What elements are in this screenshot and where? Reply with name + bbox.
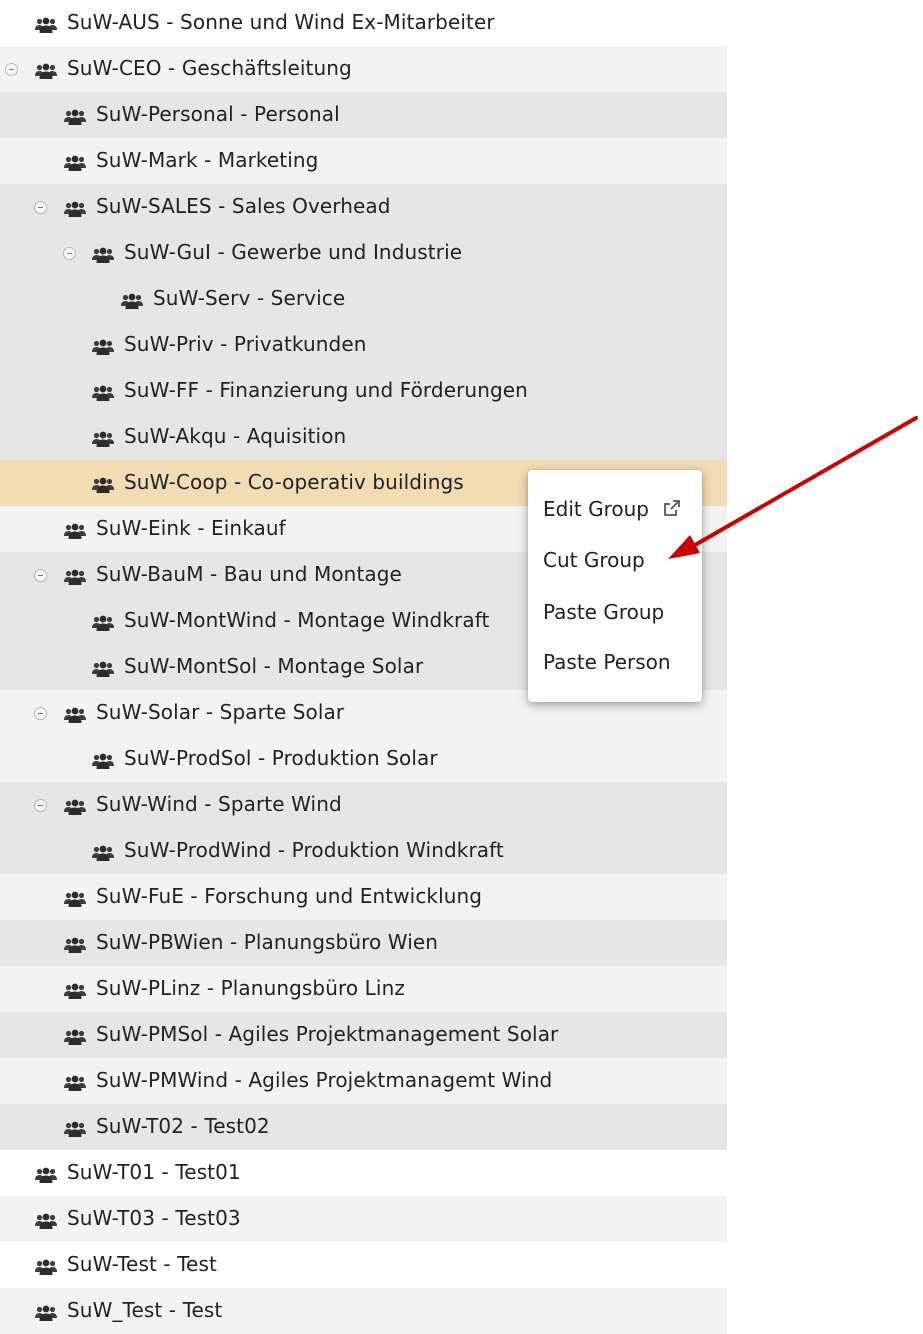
collapse-toggle-icon[interactable] (34, 799, 47, 812)
tree-row-label: SuW-GuI - Gewerbe und Industrie (124, 240, 463, 264)
group-icon (64, 934, 86, 953)
collapse-toggle-icon[interactable] (34, 201, 47, 214)
tree-row[interactable]: SuW-PMWind - Agiles Projektmanagemt Wind (0, 1058, 727, 1104)
menu-item-paste-person[interactable]: Paste Person (543, 650, 671, 674)
menu-item-paste-group[interactable]: Paste Group (543, 600, 664, 624)
tree-row[interactable]: SuW-ProdSol - Produktion Solar (0, 736, 727, 782)
tree-row[interactable]: SuW-PBWien - Planungsbüro Wien (0, 920, 727, 966)
group-icon (64, 198, 86, 217)
tree-row-label: SuW-Eink - Einkauf (96, 516, 286, 540)
group-icon (35, 1256, 57, 1275)
context-menu: Edit Group Cut Group Paste Group Paste P… (528, 470, 702, 702)
tree-row[interactable]: SuW-Mark - Marketing (0, 138, 727, 184)
menu-item-label: Paste Group (543, 600, 665, 624)
group-icon (92, 336, 114, 355)
group-icon (64, 980, 86, 999)
tree-row[interactable]: SuW-PMSol - Agiles Projektmanagement Sol… (0, 1012, 727, 1058)
tree-row-label: SuW-PMWind - Agiles Projektmanagemt Wind (96, 1068, 553, 1092)
menu-item-cut-group[interactable]: Cut Group (543, 548, 645, 572)
tree-row-label: SuW-Personal - Personal (96, 102, 340, 126)
group-icon (64, 796, 86, 815)
tree-row[interactable]: SuW-SALES - Sales Overhead (0, 184, 727, 230)
tree-row-label: SuW-AUS - Sonne und Wind Ex-Mitarbeiter (67, 10, 495, 34)
group-icon (92, 658, 114, 677)
tree-row-label: SuW-FuE - Forschung und Entwicklung (96, 884, 483, 908)
tree-row[interactable]: SuW-GuI - Gewerbe und Industrie (0, 230, 727, 276)
tree-row-label: SuW-SALES - Sales Overhead (96, 194, 391, 218)
group-icon (64, 1118, 86, 1137)
tree-row[interactable]: SuW-FF - Finanzierung und Förderungen (0, 368, 727, 414)
collapse-toggle-icon[interactable] (63, 247, 76, 260)
tree-row-label: SuW-Coop - Co-operativ buildings (124, 470, 464, 494)
group-icon (92, 842, 114, 861)
tree-row-label: SuW-CEO - Geschäftsleitung (67, 56, 352, 80)
tree-row[interactable]: SuW-FuE - Forschung und Entwicklung (0, 874, 727, 920)
tree-row[interactable]: SuW-PLinz - Planungsbüro Linz (0, 966, 727, 1012)
tree-row-label: SuW-Akqu - Aquisition (124, 424, 347, 448)
group-icon (35, 1210, 57, 1229)
tree-row[interactable]: SuW-T02 - Test02 (0, 1104, 727, 1150)
tree-row-label: SuW-Serv - Service (153, 286, 346, 310)
group-icon (35, 60, 57, 79)
group-icon (64, 520, 86, 539)
group-icon (92, 244, 114, 263)
tree-row[interactable]: SuW-Akqu - Aquisition (0, 414, 727, 460)
tree-row-label: SuW-Priv - Privatkunden (124, 332, 367, 356)
tree-row-label: SuW-T01 - Test01 (67, 1160, 241, 1184)
tree-row[interactable]: SuW-CEO - Geschäftsleitung (0, 46, 727, 92)
group-icon (64, 1072, 86, 1091)
tree-row[interactable]: SuW-T03 - Test03 (0, 1196, 727, 1242)
group-icon (64, 106, 86, 125)
tree-row[interactable]: SuW-Personal - Personal (0, 92, 727, 138)
tree-row[interactable]: SuW_Test - Test (0, 1288, 727, 1334)
tree-row[interactable]: SuW-Wind - Sparte Wind (0, 782, 727, 828)
group-icon (64, 152, 86, 171)
tree-row-label: SuW-Wind - Sparte Wind (96, 792, 342, 816)
tree-row[interactable]: SuW-Test - Test (0, 1242, 727, 1288)
tree-row-label: SuW-PLinz - Planungsbüro Linz (96, 976, 405, 1000)
group-icon (35, 14, 57, 33)
tree-row-label: SuW_Test - Test (67, 1298, 223, 1322)
tree-row-label: SuW-ProdWind - Produktion Windkraft (124, 838, 504, 862)
tree-row-label: SuW-T02 - Test02 (96, 1114, 270, 1138)
tree-row-label: SuW-PMSol - Agiles Projektmanagement Sol… (96, 1022, 559, 1046)
tree-row-label: SuW-ProdSol - Produktion Solar (124, 746, 438, 770)
group-icon (92, 382, 114, 401)
group-icon (92, 612, 114, 631)
external-link-icon (663, 498, 681, 522)
menu-item-label: Edit Group (543, 497, 649, 521)
group-icon (92, 474, 114, 493)
menu-item-label: Cut Group (543, 548, 645, 572)
tree-row-label: SuW-Mark - Marketing (96, 148, 319, 172)
group-icon (92, 428, 114, 447)
tree-row-label: SuW-T03 - Test03 (67, 1206, 241, 1230)
collapse-toggle-icon[interactable] (34, 569, 47, 582)
group-icon (64, 566, 86, 585)
tree-row-label: SuW-Solar - Sparte Solar (96, 700, 345, 724)
group-icon (35, 1164, 57, 1183)
tree-row[interactable]: SuW-Serv - Service (0, 276, 727, 322)
collapse-toggle-icon[interactable] (5, 63, 18, 76)
tree-row-label: SuW-MontWind - Montage Windkraft (124, 608, 490, 632)
group-icon (64, 888, 86, 907)
tree-row-label: SuW-PBWien - Planungsbüro Wien (96, 930, 439, 954)
group-icon (35, 1302, 57, 1321)
tree-row-label: SuW-BauM - Bau und Montage (96, 562, 402, 586)
tree-row[interactable]: SuW-Priv - Privatkunden (0, 322, 727, 368)
collapse-toggle-icon[interactable] (34, 707, 47, 720)
group-icon (64, 704, 86, 723)
group-icon (121, 290, 143, 309)
menu-item-label: Paste Person (543, 650, 671, 674)
tree-row-label: SuW-Test - Test (67, 1252, 217, 1276)
group-icon (92, 750, 114, 769)
tree-row-label: SuW-FF - Finanzierung und Förderungen (124, 378, 528, 402)
menu-item-edit-group[interactable]: Edit Group (543, 497, 681, 522)
tree-row[interactable]: SuW-ProdWind - Produktion Windkraft (0, 828, 727, 874)
tree-row[interactable]: SuW-AUS - Sonne und Wind Ex-Mitarbeiter (0, 0, 727, 46)
group-icon (64, 1026, 86, 1045)
tree-row-label: SuW-MontSol - Montage Solar (124, 654, 424, 678)
tree-row[interactable]: SuW-T01 - Test01 (0, 1150, 727, 1196)
